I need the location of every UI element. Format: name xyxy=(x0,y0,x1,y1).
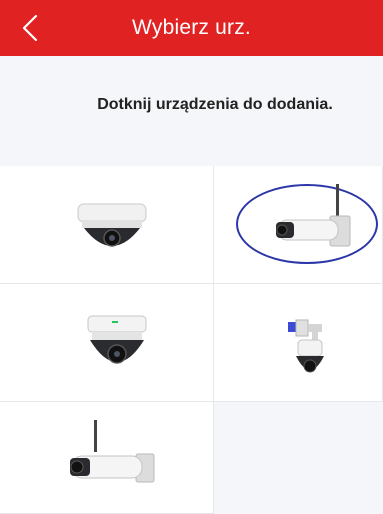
device-grid xyxy=(0,166,383,514)
device-tile-dome-camera[interactable] xyxy=(0,166,214,284)
device-tile-bullet-camera-wifi[interactable] xyxy=(214,166,383,284)
title-bar: Wybierz urz. xyxy=(0,0,383,56)
dome-camera-icon xyxy=(77,203,147,247)
page-title: Wybierz urz. xyxy=(132,16,251,39)
device-tile-ptz-camera-wall-mount[interactable] xyxy=(214,284,383,402)
device-tile-bullet-camera-wifi-2[interactable] xyxy=(0,402,214,514)
bullet-camera-wifi-icon xyxy=(70,420,155,483)
device-tile-ptz-dome-camera[interactable] xyxy=(0,284,214,402)
ptz-dome-camera-icon xyxy=(87,315,147,364)
instruction-text: Dotknij urządzenia do dodania. xyxy=(97,96,333,113)
empty-grid-cell xyxy=(214,402,383,514)
bullet-camera-wifi-icon xyxy=(276,184,351,247)
ptz-camera-wall-mount-icon xyxy=(288,319,324,373)
